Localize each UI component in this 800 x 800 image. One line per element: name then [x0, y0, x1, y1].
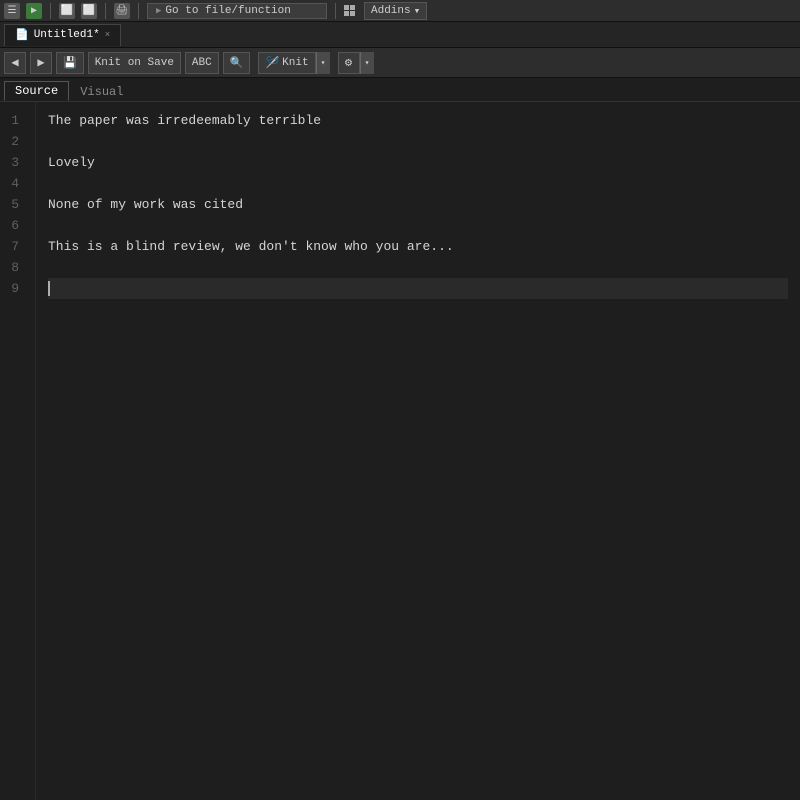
line-number-9: 9 — [0, 278, 27, 299]
code-text-5: None of my work was cited — [48, 194, 243, 215]
code-line-9 — [48, 278, 788, 299]
back-icon: ◀ — [11, 55, 18, 70]
save-button[interactable]: 💾 — [56, 52, 84, 74]
go-to-arrow-icon: ▶ — [156, 6, 161, 16]
visual-tab-label: Visual — [80, 85, 123, 99]
line-number-6: 6 — [0, 215, 27, 236]
knit-button[interactable]: 🪡 Knit — [258, 52, 315, 74]
line-number-8: 8 — [0, 257, 27, 278]
forward-icon: ▶ — [37, 55, 44, 70]
addins-label: Addins — [371, 5, 411, 17]
abc-button[interactable]: ABC — [185, 52, 219, 74]
editor-content[interactable]: The paper was irredeemably terrible Lovel… — [36, 102, 800, 800]
gear-arrow-icon: ▾ — [365, 58, 370, 68]
menu-icon-1[interactable]: ☰ — [4, 3, 20, 19]
save-icon: 💾 — [63, 56, 77, 70]
line-number-7: 7 — [0, 236, 27, 257]
code-line-8 — [48, 257, 788, 278]
tab-title: Untitled1* — [34, 29, 100, 41]
menu-bar: ☰ ▶ ⬜ ⬜ 🖨 ▶ Go to file/function Addins ▾ — [0, 0, 800, 22]
knit-label: Knit — [282, 57, 308, 69]
menu-divider-4 — [335, 3, 336, 19]
tab-visual[interactable]: Visual — [69, 81, 134, 101]
line-number-1: 1 — [0, 110, 27, 131]
gear-icon: ⚙ — [345, 55, 352, 70]
editor-container[interactable]: 123456789 The paper was irredeemably ter… — [0, 102, 800, 800]
forward-button[interactable]: ▶ — [30, 52, 52, 74]
line-number-2: 2 — [0, 131, 27, 152]
code-line-4 — [48, 173, 788, 194]
gear-dropdown-arrow[interactable]: ▾ — [360, 52, 374, 74]
knit-arrow-icon: ▾ — [321, 58, 326, 68]
code-text-1: The paper was irredeemably terrible — [48, 110, 321, 131]
code-line-1: The paper was irredeemably terrible — [48, 110, 788, 131]
line-number-3: 3 — [0, 152, 27, 173]
tab-source[interactable]: Source — [4, 81, 69, 101]
tab-close-button[interactable]: × — [105, 30, 110, 40]
tab-bar: 📄 Untitled1* × — [0, 22, 800, 48]
code-text-7: This is a blind review, we don't know wh… — [48, 236, 454, 257]
knit-on-save-label: Knit on Save — [95, 57, 174, 69]
view-tabs: Source Visual — [0, 78, 800, 102]
back-button[interactable]: ◀ — [4, 52, 26, 74]
grid-icon[interactable] — [344, 5, 358, 16]
line-number-5: 5 — [0, 194, 27, 215]
line-number-4: 4 — [0, 173, 27, 194]
knit-needle-icon: 🪡 — [265, 56, 279, 70]
menu-divider-3 — [138, 3, 139, 19]
line-numbers: 123456789 — [0, 102, 36, 800]
code-line-7: This is a blind review, we don't know wh… — [48, 236, 788, 257]
knit-dropdown-arrow[interactable]: ▾ — [316, 52, 330, 74]
knit-on-save-button[interactable]: Knit on Save — [88, 52, 181, 74]
search-icon: 🔍 — [230, 56, 244, 70]
go-to-placeholder: Go to file/function — [165, 5, 290, 17]
code-line-5: None of my work was cited — [48, 194, 788, 215]
addins-button[interactable]: Addins ▾ — [364, 2, 427, 20]
abc-label: ABC — [192, 57, 212, 69]
source-tab-label: Source — [15, 84, 58, 98]
toolbar: ◀ ▶ 💾 Knit on Save ABC 🔍 🪡 Knit ▾ ⚙ ▾ — [0, 48, 800, 78]
code-line-6 — [48, 215, 788, 236]
go-to-bar[interactable]: ▶ Go to file/function — [147, 3, 327, 19]
code-line-3: Lovely — [48, 152, 788, 173]
menu-icon-2[interactable]: ▶ — [26, 3, 42, 19]
menu-divider-2 — [105, 3, 106, 19]
knit-group: 🪡 Knit ▾ — [258, 52, 329, 74]
menu-icon-3[interactable]: ⬜ — [59, 3, 75, 19]
text-cursor — [48, 281, 50, 296]
gear-button[interactable]: ⚙ — [338, 52, 360, 74]
code-text-3: Lovely — [48, 152, 95, 173]
tab-untitled1[interactable]: 📄 Untitled1* × — [4, 24, 121, 46]
code-line-2 — [48, 131, 788, 152]
menu-icon-4[interactable]: ⬜ — [81, 3, 97, 19]
addins-arrow-icon: ▾ — [414, 4, 421, 18]
search-button[interactable]: 🔍 — [223, 52, 251, 74]
menu-icon-5[interactable]: 🖨 — [114, 3, 130, 19]
gear-group: ⚙ ▾ — [338, 52, 374, 74]
menu-divider-1 — [50, 3, 51, 19]
tab-icon: 📄 — [15, 28, 29, 42]
